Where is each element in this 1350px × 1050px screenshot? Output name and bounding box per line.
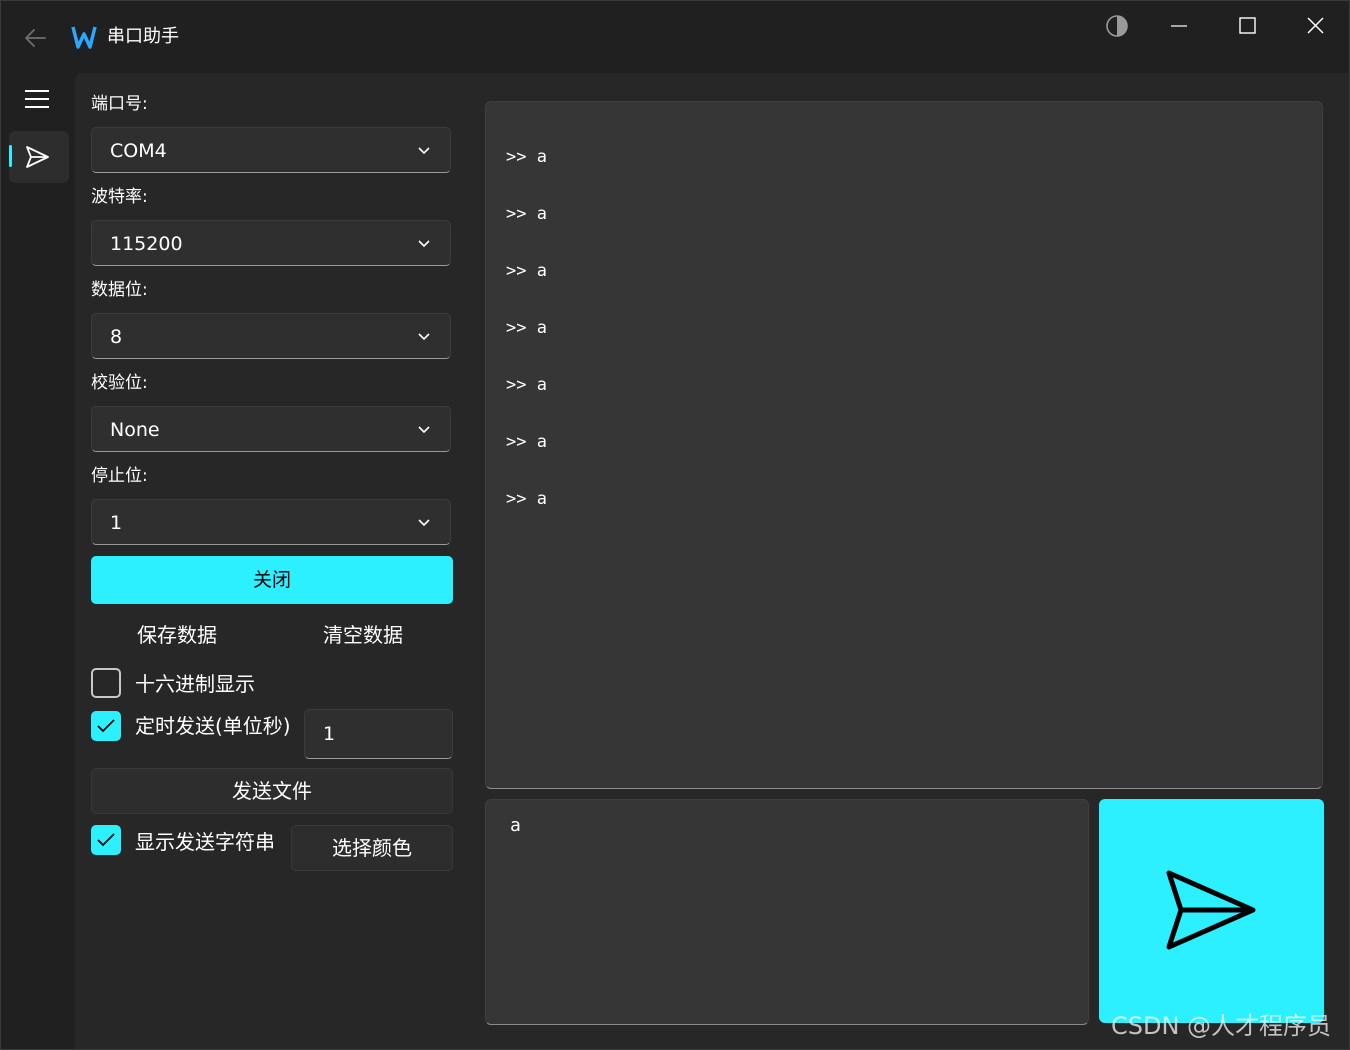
app-window: 串口助手 端口号: COM4 波特率: 115200 数据位: 8 校验位: N… [0, 0, 1350, 1050]
back-button[interactable] [21, 23, 51, 53]
data-bits-select-value: 8 [110, 326, 123, 348]
send-file-button[interactable]: 发送文件 [91, 768, 453, 814]
w-logo-icon [71, 26, 97, 49]
timed-send-checkbox[interactable] [91, 711, 121, 741]
paper-plane-icon [1166, 870, 1256, 950]
port-select-value: COM4 [110, 140, 167, 162]
hamburger-icon [25, 90, 49, 108]
log-line: >> a [506, 432, 547, 452]
timed-send-interval-input[interactable]: 1 [304, 709, 453, 759]
watermark: CSDN @人才程序员 [1111, 1012, 1332, 1040]
data-bits-label: 数据位: [91, 280, 148, 300]
log-line: >> a [506, 147, 547, 167]
nav-item-send[interactable] [9, 131, 69, 183]
send-button[interactable] [1099, 799, 1324, 1023]
clear-data-button[interactable]: 清空数据 [323, 618, 403, 652]
navigation-rail [1, 73, 73, 1049]
stop-bits-label: 停止位: [91, 466, 148, 486]
maximize-button[interactable] [1227, 11, 1267, 41]
log-line: >> a [506, 261, 547, 281]
show-sent-string-checkbox[interactable] [91, 825, 121, 855]
close-icon [1307, 17, 1324, 34]
send-text-input[interactable]: a [485, 799, 1089, 1025]
maximize-icon [1239, 17, 1256, 34]
log-line: >> a [506, 318, 547, 338]
show-sent-string-label: 显示发送字符串 [135, 830, 275, 854]
half-circle-icon [1106, 15, 1128, 37]
check-icon [97, 719, 115, 733]
port-select[interactable]: COM4 [91, 127, 451, 173]
app-title: 串口助手 [107, 26, 179, 47]
hex-display-label: 十六进制显示 [135, 672, 255, 696]
theme-toggle-button[interactable] [1097, 11, 1137, 41]
log-line: >> a [506, 204, 547, 224]
chevron-down-icon [418, 426, 430, 434]
log-line: >> a [506, 375, 547, 395]
chevron-down-icon [418, 333, 430, 341]
minimize-icon [1171, 25, 1187, 27]
chevron-down-icon [418, 519, 430, 527]
parity-select[interactable]: None [91, 406, 451, 452]
title-bar: 串口助手 [1, 1, 1349, 73]
log-line: >> a [506, 489, 547, 509]
port-label: 端口号: [91, 94, 148, 114]
close-port-button[interactable]: 关闭 [91, 556, 453, 604]
check-icon [97, 833, 115, 847]
parity-label: 校验位: [91, 373, 148, 393]
arrow-left-icon [25, 29, 46, 47]
menu-toggle-button[interactable] [19, 85, 55, 113]
output-log[interactable]: >> a >> a >> a >> a >> a >> a >> a [485, 101, 1323, 789]
select-color-button[interactable]: 选择颜色 [291, 825, 453, 871]
close-window-button[interactable] [1295, 11, 1335, 41]
parity-select-value: None [110, 419, 160, 441]
save-data-button[interactable]: 保存数据 [137, 618, 217, 652]
send-text-value: a [510, 815, 521, 836]
timed-send-label: 定时发送(单位秒) [135, 714, 291, 738]
stop-bits-select-value: 1 [110, 512, 123, 534]
hex-display-checkbox[interactable] [91, 668, 121, 698]
baud-rate-select-value: 115200 [110, 233, 183, 255]
minimize-button[interactable] [1159, 11, 1199, 41]
data-bits-select[interactable]: 8 [91, 313, 451, 359]
nav-selection-indicator [9, 145, 12, 167]
chevron-down-icon [418, 147, 430, 155]
main-content: 端口号: COM4 波特率: 115200 数据位: 8 校验位: None 停… [75, 73, 1349, 1049]
baud-rate-select[interactable]: 115200 [91, 220, 451, 266]
chevron-down-icon [418, 240, 430, 248]
baud-rate-label: 波特率: [91, 187, 148, 207]
stop-bits-select[interactable]: 1 [91, 499, 451, 545]
paper-plane-icon [26, 146, 49, 168]
